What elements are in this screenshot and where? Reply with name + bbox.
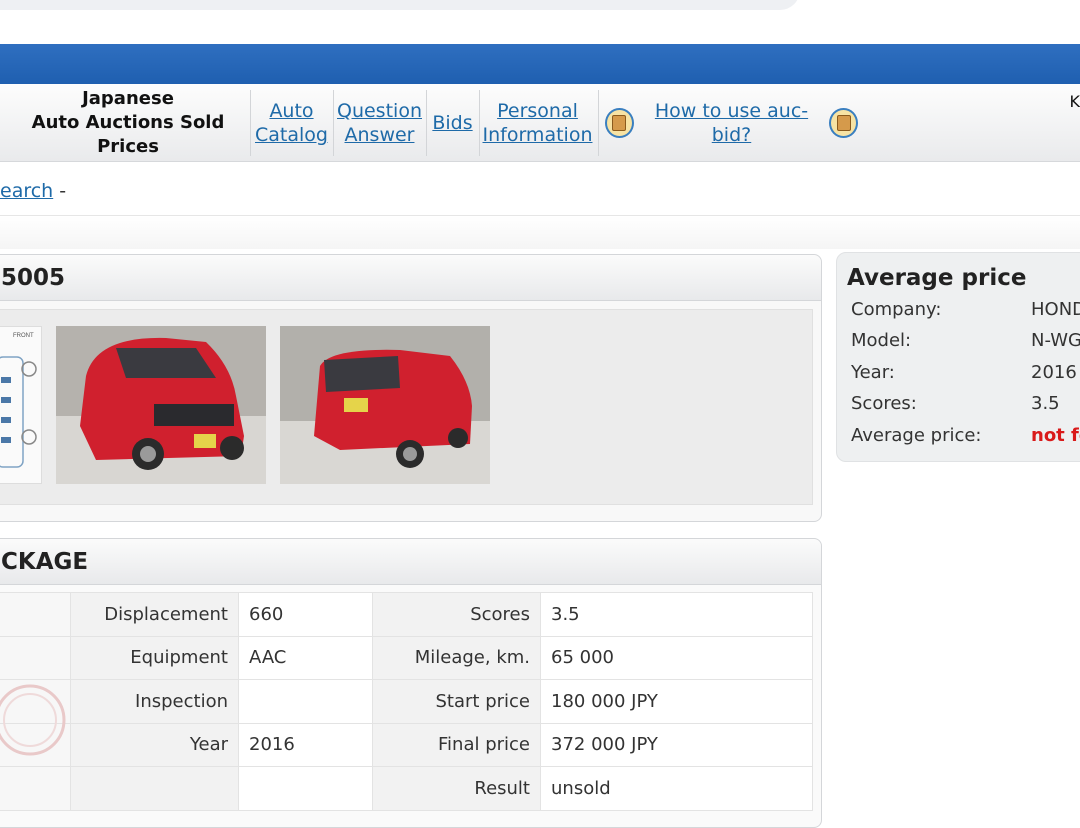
company-value: HOND [1031, 299, 1080, 320]
breadcrumb-search-link[interactable]: earch [0, 180, 53, 202]
menu-auto-catalog[interactable]: Auto Catalog [250, 90, 332, 156]
breadcrumb: earch - [0, 180, 66, 202]
search-bar[interactable] [0, 0, 800, 10]
spec-value: 180 000 JPY [541, 680, 813, 724]
company-label: Company: [851, 299, 941, 320]
auto-catalog-link-1[interactable]: Auto [269, 99, 313, 123]
spec-label: Displacement [71, 593, 239, 637]
svg-text:FRONT: FRONT [13, 333, 34, 339]
menu-personal-information[interactable]: Personal Information [479, 90, 595, 156]
spec-value [239, 767, 373, 811]
year-value: 2016 [1031, 362, 1077, 383]
spec-label: Mileage, km. [373, 636, 541, 680]
scores-label: Scores: [851, 393, 917, 414]
average-price-label: Average price: [851, 425, 982, 446]
photo-strip: FRONT [0, 309, 813, 505]
header-bar [0, 44, 1080, 84]
personal-link-1[interactable]: Personal [497, 99, 578, 123]
breadcrumb-separator: - [59, 180, 66, 202]
model-value: N-WG [1031, 330, 1080, 351]
spec-value: 372 000 JPY [541, 723, 813, 767]
spec-label: Equipment [71, 636, 239, 680]
menu-cutoff-text: K [1070, 92, 1080, 111]
question-link-2[interactable]: Answer [345, 123, 415, 147]
personal-link-2[interactable]: Information [483, 123, 593, 147]
spec-label: Year [71, 723, 239, 767]
spec-label: Inspection [71, 680, 239, 724]
table-row: Result unsold [0, 767, 813, 811]
site-title-line2: Auto Auctions Sold Prices [6, 111, 250, 159]
spec-label: Final price [373, 723, 541, 767]
bids-link[interactable]: Bids [432, 111, 472, 135]
spec-value [239, 680, 373, 724]
table-row: Inspection Start price 180 000 JPY [0, 680, 813, 724]
table-cell [0, 593, 71, 637]
lot-header: 5005 [0, 255, 821, 301]
package-header: CKAGE [0, 539, 821, 585]
site-title[interactable]: Japanese Auto Auctions Sold Prices [6, 90, 250, 156]
table-row: Equipment AAC Mileage, km. 65 000 [0, 636, 813, 680]
spec-label: Scores [373, 593, 541, 637]
spec-label: Result [373, 767, 541, 811]
menu-how-to[interactable]: How to use auc-bid? [598, 90, 858, 156]
auto-catalog-link-2[interactable]: Catalog [255, 123, 328, 147]
menu-question-answer[interactable]: Question Answer [333, 90, 425, 156]
spec-value: 2016 [239, 723, 373, 767]
auction-sheet-thumbnail[interactable]: FRONT [0, 326, 42, 484]
spec-label: Start price [373, 680, 541, 724]
how-to-link[interactable]: How to use auc-bid? [640, 99, 824, 147]
scores-value: 3.5 [1031, 393, 1060, 414]
spec-label [71, 767, 239, 811]
spec-value: AAC [239, 636, 373, 680]
spec-value: unsold [541, 767, 813, 811]
book-icon [605, 108, 634, 138]
spec-value: 65 000 [541, 636, 813, 680]
average-price-value: not fo [1031, 425, 1080, 446]
table-cell [0, 636, 71, 680]
question-link-1[interactable]: Question [337, 99, 422, 123]
car-front-photo[interactable] [56, 326, 266, 484]
lot-title: 5005 [1, 265, 65, 291]
package-title: CKAGE [1, 549, 88, 575]
lot-panel: 5005 FRONT [0, 254, 822, 522]
average-price-title: Average price [847, 265, 1080, 291]
divider [0, 215, 1080, 249]
car-rear-photo[interactable] [280, 326, 490, 484]
table-row: Year 2016 Final price 372 000 JPY [0, 723, 813, 767]
main-menu: Japanese Auto Auctions Sold Prices Auto … [0, 84, 1080, 162]
book-icon [829, 108, 858, 138]
average-price-box: Average price Company: HOND Model: N-WG … [836, 252, 1080, 462]
spec-value: 3.5 [541, 593, 813, 637]
model-label: Model: [851, 330, 911, 351]
menu-bids[interactable]: Bids [426, 90, 478, 156]
site-title-line1: Japanese [82, 87, 174, 111]
table-cell [0, 767, 71, 811]
spec-table: Displacement 660 Scores 3.5 Equipment AA… [0, 592, 813, 811]
year-label: Year: [851, 362, 895, 383]
spec-value: 660 [239, 593, 373, 637]
watermark-logo [0, 680, 70, 760]
table-row: Displacement 660 Scores 3.5 [0, 593, 813, 637]
